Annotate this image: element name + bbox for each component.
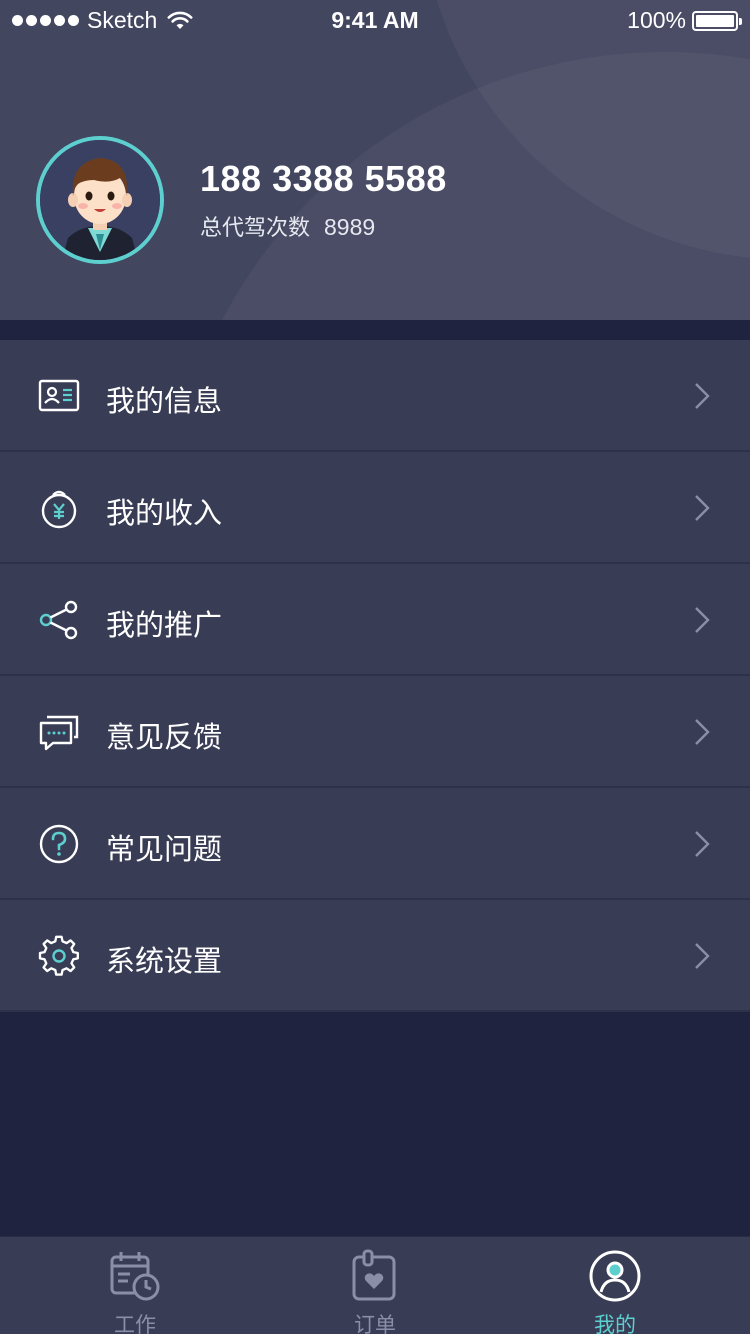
menu-item-my-info[interactable]: 我的信息 [0,340,750,452]
calendar-clock-icon [110,1252,160,1301]
tab-label: 工作 [114,1313,156,1334]
bottom-tab-bar: 工作 订单 我的 [0,1236,750,1334]
tab-label: 订单 [354,1313,396,1334]
profile-header: Sketch 9:41 AM 100% 188 3388 5588 总代驾次数 … [0,0,750,320]
order-icon [352,1249,396,1301]
menu-item-label: 我的推广 [106,608,223,642]
share-icon [39,600,78,640]
ride-count-row: 总代驾次数 8989 [200,210,375,242]
money-bag-icon [41,490,77,529]
question-icon [39,824,79,864]
battery-status: 100% [627,7,742,34]
chevron-right-icon [695,719,710,745]
menu-item-label: 常见问题 [106,832,223,866]
status-bar: Sketch 9:41 AM 100% [0,0,750,40]
driver-avatar-icon [40,140,160,260]
menu-item-label: 系统设置 [106,944,223,978]
id-card-icon [38,379,80,412]
tab-mine[interactable]: 我的 [490,1237,740,1334]
ride-count-value: 8989 [324,214,376,240]
menu-item-faq[interactable]: 常见问题 [0,788,750,900]
chevron-right-icon [695,943,710,969]
gear-icon [38,935,79,976]
menu-item-label: 我的收入 [106,496,223,530]
user-phone: 188 3388 5588 [200,158,447,199]
feedback-icon [39,715,79,751]
battery-icon [692,10,742,31]
tab-label: 我的 [594,1313,636,1334]
menu-item-system-settings[interactable]: 系统设置 [0,900,750,1012]
chevron-right-icon [695,607,710,633]
settings-menu: 我的信息 我的收入 我的推广 意见反馈 常见问题 系统设置 [0,340,750,1012]
menu-item-label: 我的信息 [106,384,223,418]
chevron-right-icon [695,831,710,857]
menu-item-my-income[interactable]: 我的收入 [0,452,750,564]
user-icon [589,1250,641,1302]
tab-orders[interactable]: 订单 [250,1237,500,1334]
battery-percent: 100% [627,7,686,33]
menu-item-feedback[interactable]: 意见反馈 [0,676,750,788]
ride-count-label: 总代驾次数 [200,216,311,241]
chevron-right-icon [695,495,710,521]
tab-work[interactable]: 工作 [10,1237,260,1334]
avatar[interactable] [36,136,164,264]
chevron-right-icon [695,383,710,409]
menu-item-label: 意见反馈 [106,720,223,754]
menu-item-my-promotion[interactable]: 我的推广 [0,564,750,676]
